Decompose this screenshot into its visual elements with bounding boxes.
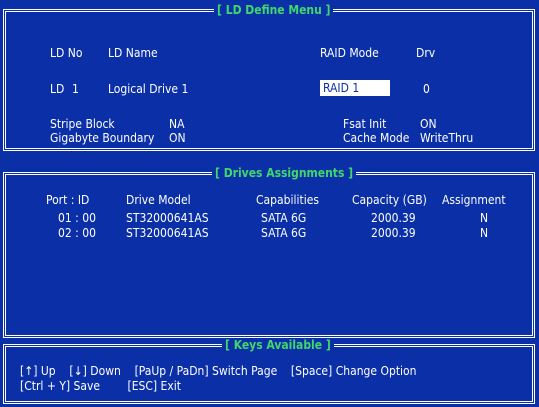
ld-number: 1 <box>72 82 79 96</box>
fast-init-value[interactable]: ON <box>420 117 437 131</box>
keys-available-panel: [ Keys Available ] [↑] Up [↓] Down [PaUp… <box>3 338 535 404</box>
drives-assignments-panel: [ Drives Assignments ] Port : ID Drive M… <box>3 166 535 338</box>
ld-name-value[interactable]: Logical Drive 1 <box>108 82 188 96</box>
row2-port: 02 : 00 <box>58 226 96 240</box>
header-ld-name: LD Name <box>108 46 158 60</box>
row2-model: ST32000641AS <box>126 226 209 240</box>
keys-line-2: [Ctrl + Y] Save [ESC] Exit <box>20 379 181 393</box>
col-capacity: Capacity (GB) <box>352 193 427 207</box>
raid-mode-selector[interactable]: RAID 1 <box>320 80 390 96</box>
col-capabilities: Capabilities <box>256 193 319 207</box>
stripe-block-label: Stripe Block <box>50 117 115 131</box>
header-ld-no: LD No <box>50 46 83 60</box>
fast-init-label: Fsat Init <box>343 117 387 131</box>
keys-line-1: [↑] Up [↓] Down [PaUp / PaDn] Switch Pag… <box>20 364 417 378</box>
ld-label: LD <box>50 82 65 96</box>
row1-cap: SATA 6G <box>261 211 307 225</box>
gigabyte-boundary-label: Gigabyte Boundary <box>50 131 155 145</box>
stripe-block-value[interactable]: NA <box>169 117 184 131</box>
cache-mode-label: Cache Mode <box>343 131 410 145</box>
col-assignment: Assignment <box>442 193 506 207</box>
row2-cap: SATA 6G <box>261 226 307 240</box>
row1-size: 2000.39 <box>371 211 416 225</box>
row1-port: 01 : 00 <box>58 211 96 225</box>
row1-model: ST32000641AS <box>126 211 209 225</box>
cache-mode-value[interactable]: WriteThru <box>420 131 473 145</box>
row1-assignment[interactable]: N <box>480 211 488 225</box>
keys-available-title: [ Keys Available ] <box>222 338 334 352</box>
gigabyte-boundary-value[interactable]: ON <box>169 131 186 145</box>
header-drv: Drv <box>416 46 436 60</box>
ld-define-title: [ LD Define Menu ] <box>214 3 334 17</box>
ld-define-panel: [ LD Define Menu ] LD No LD Name RAID Mo… <box>3 3 535 151</box>
col-port-id: Port : ID <box>46 193 90 207</box>
col-drive-model: Drive Model <box>126 193 191 207</box>
row2-size: 2000.39 <box>371 226 416 240</box>
header-raid-mode: RAID Mode <box>320 46 379 60</box>
drv-count: 0 <box>423 82 430 96</box>
row2-assignment[interactable]: N <box>480 226 488 240</box>
drives-assignments-title: [ Drives Assignments ] <box>212 166 357 180</box>
